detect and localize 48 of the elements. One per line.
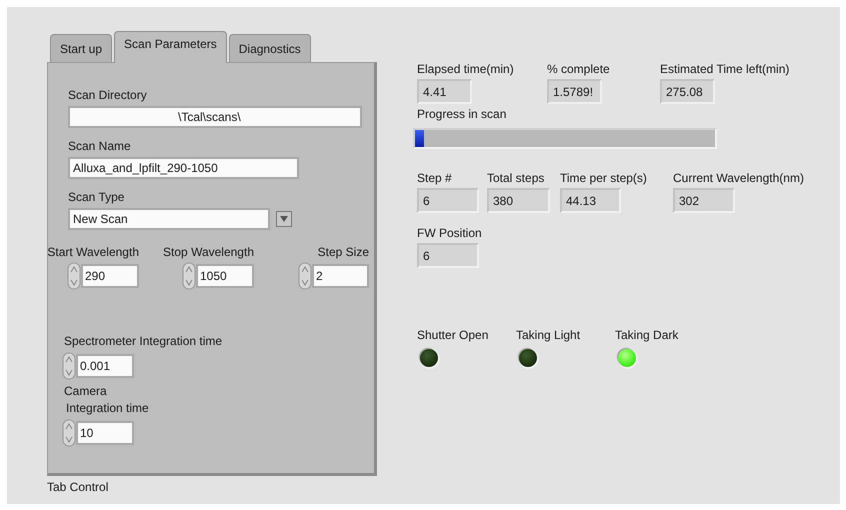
dropdown-button[interactable] [276,211,292,227]
indicator-label: Progress in scan [417,107,506,122]
field-label: Camera [64,384,107,399]
numeric-indicator: 4.41 [417,79,472,104]
numeric-indicator: 6 [417,188,479,213]
indicator-label: Taking Light [516,328,580,343]
field-label: Stop Wavelength [163,245,254,260]
numeric-indicator: 6 [417,243,479,268]
select-field[interactable]: New Scan [68,208,270,230]
indicator-label: FW Position [417,226,482,241]
field-label: Step Size [318,245,369,260]
numeric-field[interactable]: 0.001 [76,354,134,378]
spinner-arrows-icon[interactable] [182,262,196,290]
indicator-label: Current Wavelength(nm) [673,171,804,186]
indicator-label: Elapsed time(min) [417,62,514,77]
text-field[interactable]: Alluxa_and_lpfilt_290-1050 [68,157,299,179]
indicator-label: Taking Dark [615,328,678,343]
field-label: Scan Directory [68,88,147,103]
indicator-label: Total steps [487,171,544,186]
numeric-field[interactable]: 1050 [196,264,254,288]
field-label: Integration time [66,401,149,416]
caret-icon [280,216,288,222]
numeric-indicator: 275.08 [660,79,715,104]
spinner-arrows-icon[interactable] [298,262,312,290]
numeric-field[interactable]: 290 [81,264,139,288]
field-label: Start Wavelength [47,245,139,260]
numeric-field[interactable]: 2 [312,264,369,288]
spinner-arrows-icon[interactable] [67,262,81,290]
numeric-indicator: 380 [487,188,550,213]
tab[interactable]: Diagnostics [228,34,311,62]
indicator-label: % complete [547,62,610,77]
indicator-label: Step # [417,171,452,186]
path-field[interactable]: \Tcal\scans\ [68,106,362,128]
spinner-arrows-icon[interactable] [62,352,76,380]
spinner-arrows-icon[interactable] [62,419,76,447]
indicator-label: Time per step(s) [560,171,647,186]
indicator-label: Shutter Open [417,328,488,343]
numeric-indicator: 1.5789! [547,79,602,104]
field-label: Scan Name [68,139,131,154]
numeric-indicator: 302 [673,188,735,213]
numeric-field[interactable]: 10 [76,421,134,445]
field-label: Scan Type [68,190,124,205]
indicator-label: Estimated Time left(min) [660,62,790,77]
tab[interactable]: Start up [50,34,112,62]
field-label: Spectrometer Integration time [64,334,222,349]
numeric-indicator: 44.13 [560,188,621,213]
control-caption: Tab Control [47,480,110,494]
tab[interactable]: Scan Parameters [114,31,227,63]
